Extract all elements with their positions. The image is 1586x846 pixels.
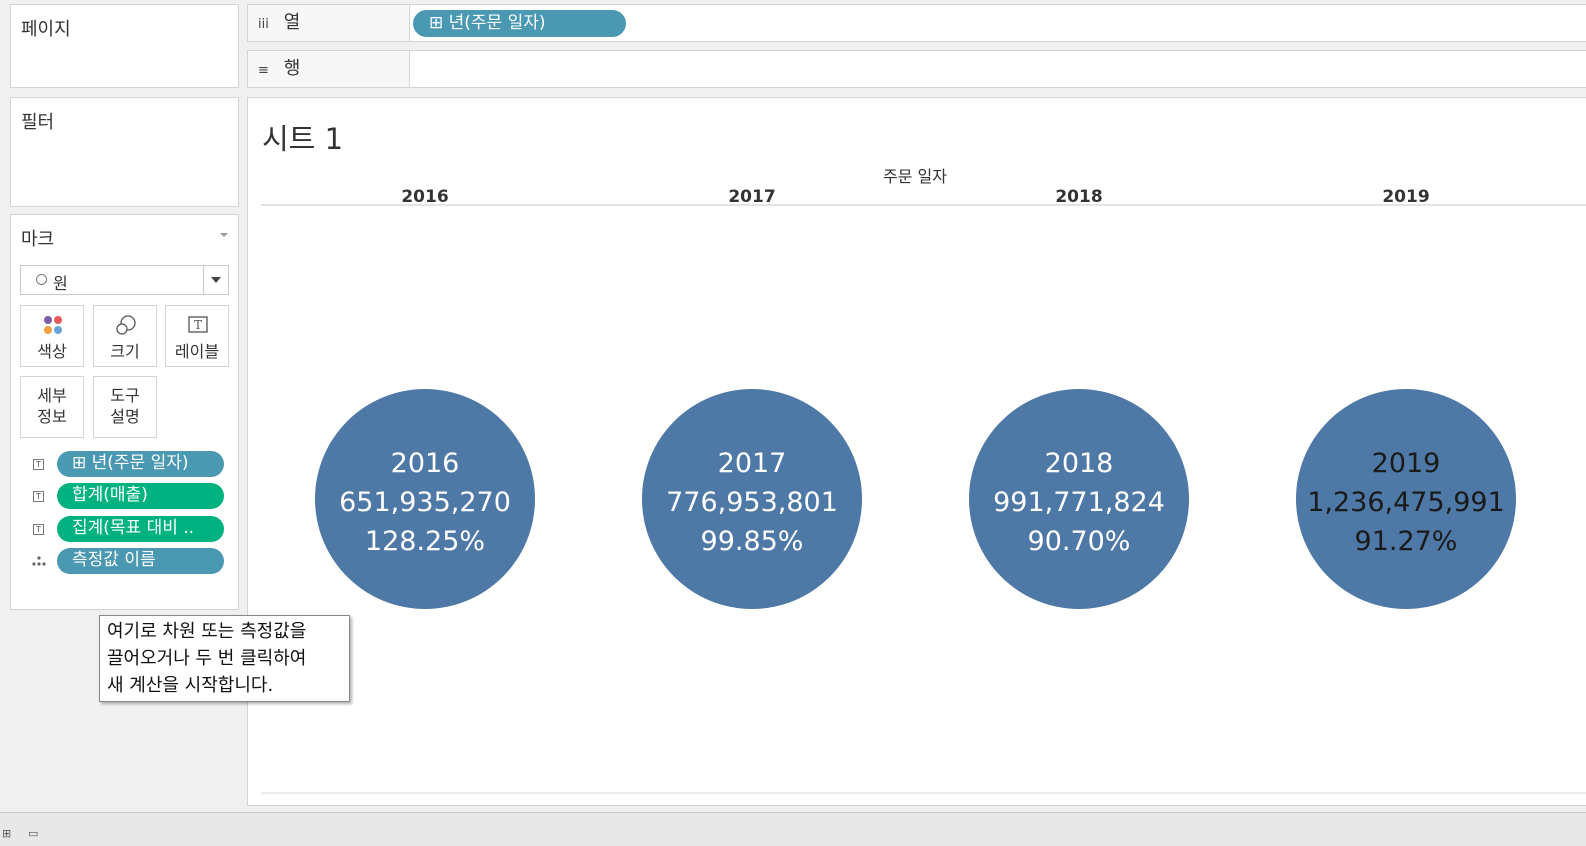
mark-label: 651,935,270 bbox=[339, 487, 511, 518]
marks-pill-agg-target[interactable]: 집계(목표 대비 .. bbox=[57, 516, 224, 542]
detail-dots-icon bbox=[32, 556, 46, 566]
filters-card-title: 필터 bbox=[21, 112, 55, 133]
marks-pill-measure-names[interactable]: 측정값 이름 bbox=[57, 548, 224, 574]
sheet-tab-bar[interactable]: ⊞ ▭ bbox=[0, 812, 1586, 846]
size-button-label: 크기 bbox=[110, 342, 140, 361]
detail-button[interactable]: 세부 정보 bbox=[20, 376, 84, 438]
marks-card-menu-icon[interactable] bbox=[220, 233, 228, 237]
tooltip-line: 끌어오거나 두 번 클릭하여 bbox=[107, 648, 307, 669]
mark-label: 99.85% bbox=[701, 526, 804, 557]
mark-label: 2019 bbox=[1372, 448, 1441, 479]
chevron-down-icon[interactable] bbox=[203, 266, 228, 294]
pages-card-title: 페이지 bbox=[21, 19, 71, 40]
column-header-year: 2016 bbox=[401, 187, 448, 207]
marks-card-title: 마크 bbox=[21, 229, 55, 250]
text-label-icon: T bbox=[33, 524, 44, 535]
column-header-year: 2019 bbox=[1382, 187, 1429, 207]
mark-label: 2016 bbox=[391, 448, 460, 479]
column-header-year: 2017 bbox=[728, 187, 775, 207]
marks-pill-sum-sales[interactable]: 합계(매출) bbox=[57, 483, 224, 509]
color-button-label: 색상 bbox=[37, 342, 67, 361]
marks-pill-row[interactable]: T 집계(목표 대비 .. bbox=[25, 515, 235, 543]
label-button[interactable]: T 레이블 bbox=[165, 305, 229, 367]
columns-shelf-label: iii 열 bbox=[248, 5, 410, 41]
mark-label: 91.27% bbox=[1355, 526, 1458, 557]
columns-pill-year-order-date[interactable]: ⊞ 년(주문 일자) bbox=[413, 10, 626, 37]
tooltip-line: 새 계산을 시작합니다. bbox=[107, 675, 274, 696]
color-palette-icon bbox=[44, 316, 62, 334]
mark-label: 128.25% bbox=[365, 526, 485, 557]
rows-shelf[interactable]: ≡ 행 bbox=[247, 50, 1586, 88]
marks-card[interactable]: 마크 원 색상 크기 T 레이블 세부 정보 도구 설명 T ⊞ 년(주문 일자… bbox=[10, 214, 239, 610]
marks-pill-row[interactable]: T 합계(매출) bbox=[25, 482, 235, 510]
detail-button-label: 세부 정보 bbox=[37, 386, 67, 426]
pages-card[interactable]: 페이지 bbox=[10, 4, 239, 88]
mark-label: 1,236,475,991 bbox=[1307, 487, 1505, 518]
mark-label: 991,771,824 bbox=[993, 487, 1165, 518]
mark-label: 2017 bbox=[718, 448, 787, 479]
text-label-icon: T bbox=[188, 316, 208, 333]
circle-mark-icon bbox=[36, 274, 47, 285]
mark-label: 90.70% bbox=[1028, 526, 1131, 557]
view-canvas[interactable]: 시트 1 주문 일자 2016 2016 651,935,270 128.25% 2017… bbox=[247, 97, 1586, 806]
svg-text:T: T bbox=[194, 318, 202, 332]
text-label-icon: T bbox=[33, 459, 44, 470]
data-source-icon[interactable]: ⊞ bbox=[2, 827, 11, 840]
chart-svg[interactable]: 주문 일자 2016 2016 651,935,270 128.25% 2017 2017 7… bbox=[248, 98, 1586, 807]
size-icon bbox=[116, 315, 136, 335]
mark-label: 2018 bbox=[1045, 448, 1114, 479]
text-label-icon: T bbox=[33, 491, 44, 502]
mark-type-label: 원 bbox=[53, 274, 68, 293]
tooltip-button-label: 도구 설명 bbox=[110, 386, 140, 426]
marks-pill-year-order-date[interactable]: ⊞ 년(주문 일자) bbox=[57, 451, 224, 477]
rows-shelf-label: ≡ 행 bbox=[248, 51, 410, 87]
columns-label: 열 bbox=[283, 12, 301, 33]
rows-label: 행 bbox=[283, 58, 301, 79]
mark-label: 776,953,801 bbox=[666, 487, 838, 518]
marks-pill-row[interactable]: 측정값 이름 bbox=[25, 547, 235, 575]
column-header-year: 2018 bbox=[1055, 187, 1102, 207]
tooltip-line: 여기로 차원 또는 측정값을 bbox=[107, 621, 307, 642]
column-header-title: 주문 일자 bbox=[883, 167, 947, 186]
columns-shelf[interactable]: iii 열 ⊞ 년(주문 일자) bbox=[247, 4, 1586, 42]
marks-pill-row[interactable]: T ⊞ 년(주문 일자) bbox=[25, 450, 235, 478]
mark-type-dropdown[interactable]: 원 bbox=[20, 265, 229, 295]
drop-hint-tooltip: 여기로 차원 또는 측정값을 끌어오거나 두 번 클릭하여 새 계산을 시작합니… bbox=[99, 615, 350, 702]
sheet-tab-icon[interactable]: ▭ bbox=[28, 827, 38, 840]
label-button-label: 레이블 bbox=[174, 342, 220, 361]
filters-card[interactable]: 필터 bbox=[10, 97, 239, 207]
size-button[interactable]: 크기 bbox=[93, 305, 157, 367]
color-button[interactable]: 색상 bbox=[20, 305, 84, 367]
tooltip-button[interactable]: 도구 설명 bbox=[93, 376, 157, 438]
rows-icon: ≡ bbox=[258, 63, 269, 78]
columns-icon: iii bbox=[258, 17, 269, 32]
